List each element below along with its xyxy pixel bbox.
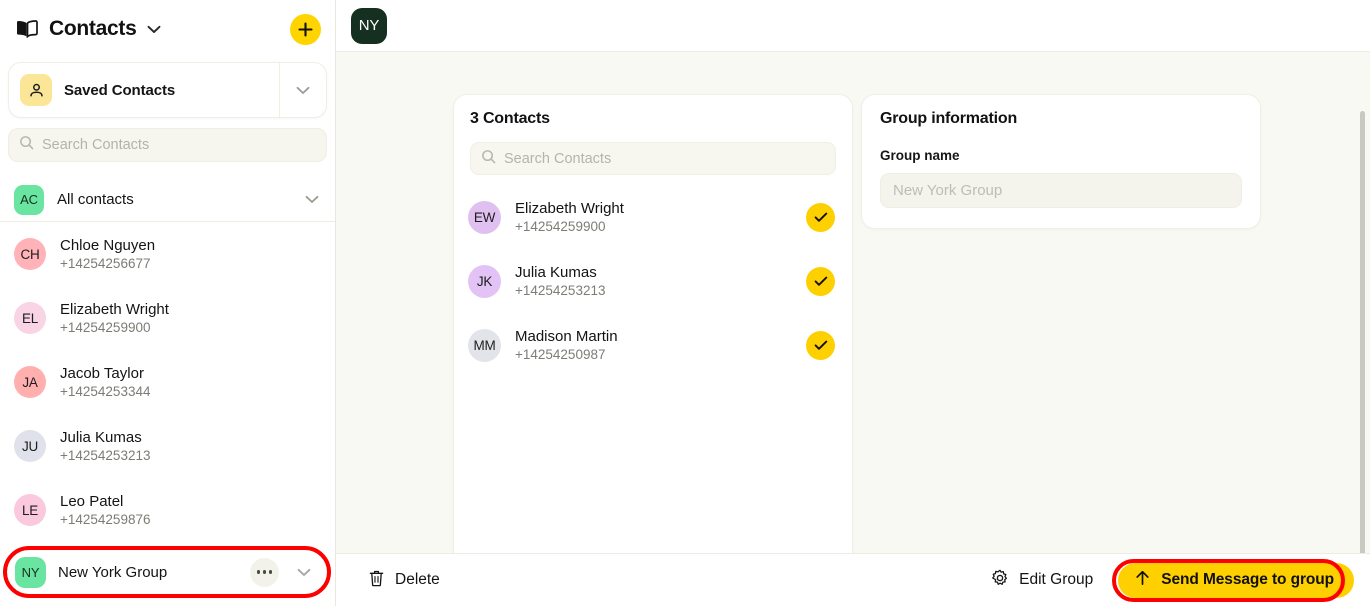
avatar: JK bbox=[468, 264, 501, 298]
delete-button[interactable]: Delete bbox=[360, 563, 448, 598]
saved-contacts-label: Saved Contacts bbox=[64, 81, 176, 99]
member-text: Julia Kumas +14254253213 bbox=[515, 264, 792, 299]
group-member-list: EW Elizabeth Wright +14254259900 JK Julia Ku… bbox=[454, 185, 852, 377]
main-area: NY 3 Contacts EWElizabeth Wright+1425425… bbox=[336, 0, 1370, 606]
sidebar: Contacts Saved Contacts Search Contacts … bbox=[0, 0, 336, 606]
delete-label: Delete bbox=[395, 571, 440, 588]
member-phone: +14254250987 bbox=[515, 346, 606, 362]
contacts-title-dropdown[interactable]: Contacts bbox=[16, 17, 280, 41]
member-phone: +14254253213 bbox=[515, 282, 606, 298]
more-dots-icon[interactable] bbox=[250, 557, 279, 587]
trash-icon bbox=[368, 569, 385, 592]
person-icon bbox=[20, 74, 52, 106]
search-input[interactable] bbox=[42, 137, 316, 153]
group-name-field-label: Group name bbox=[880, 148, 960, 163]
list-item[interactable]: LE Leo Patel +14254259876 bbox=[0, 478, 335, 542]
group-name-label: New York Group bbox=[58, 563, 168, 581]
contacts-panel-search-input[interactable] bbox=[504, 150, 825, 167]
avatar: MM bbox=[468, 328, 501, 362]
all-contacts-avatar: AC bbox=[14, 184, 44, 215]
sidebar-item-all-contacts[interactable]: AC All contacts bbox=[0, 178, 335, 221]
arrow-up-icon bbox=[1135, 570, 1150, 591]
contact-name: Jacob Taylor bbox=[60, 364, 144, 382]
group-chevron-down-icon[interactable] bbox=[291, 568, 317, 577]
contact-name: Julia Kumas bbox=[60, 428, 142, 446]
gear-icon bbox=[991, 569, 1009, 592]
member-name: Julia Kumas bbox=[515, 263, 597, 281]
member-phone: +14254259900 bbox=[515, 218, 606, 234]
avatar: JA bbox=[14, 366, 46, 398]
contact-phone: +14254259876 bbox=[60, 511, 151, 527]
main-scrollbar[interactable] bbox=[1360, 111, 1365, 603]
contact-text: Elizabeth Wright +14254259900 bbox=[60, 301, 169, 336]
search-icon bbox=[19, 135, 34, 155]
avatar: JU bbox=[14, 430, 46, 462]
search-icon bbox=[481, 149, 496, 169]
table-row[interactable]: EW Elizabeth Wright +14254259900 bbox=[454, 185, 852, 249]
contact-text: Jacob Taylor +14254253344 bbox=[60, 365, 150, 400]
member-selected-checkbox[interactable] bbox=[806, 202, 835, 232]
add-contact-button[interactable] bbox=[290, 13, 321, 45]
table-row[interactable]: JK Julia Kumas +14254253213 bbox=[454, 249, 852, 313]
saved-contacts-card[interactable]: Saved Contacts bbox=[8, 62, 327, 118]
table-row[interactable]: MM Madison Martin +14254250987 bbox=[454, 313, 852, 377]
bottom-toolbar-left: Delete bbox=[360, 563, 983, 598]
all-contacts-chevron-down-icon[interactable] bbox=[299, 195, 325, 204]
group-name-field[interactable] bbox=[880, 173, 1242, 208]
group-information-title: Group information bbox=[880, 110, 1018, 127]
member-name: Madison Martin bbox=[515, 327, 618, 345]
member-text: Madison Martin +14254250987 bbox=[515, 328, 792, 363]
sidebar-search-box[interactable] bbox=[8, 128, 327, 162]
avatar: EW bbox=[468, 200, 501, 234]
sidebar-item-new-york-group[interactable]: NY New York Group bbox=[9, 552, 325, 592]
bottom-toolbar-right: Edit Group Send Message to group bbox=[983, 558, 1354, 602]
group-avatar: NY bbox=[15, 556, 46, 588]
group-name-input[interactable] bbox=[893, 182, 1229, 199]
contact-phone: +14254253344 bbox=[60, 383, 151, 399]
contact-text: Chloe Nguyen +14254256677 bbox=[60, 237, 155, 272]
list-item[interactable]: CH Chloe Nguyen +14254256677 bbox=[0, 222, 335, 286]
send-message-to-group-button[interactable]: Send Message to group bbox=[1118, 562, 1354, 598]
send-message-wrapper: Send Message to group bbox=[1111, 558, 1354, 602]
list-item[interactable]: JU Julia Kumas +14254253213 bbox=[0, 414, 335, 478]
list-item[interactable]: JA Jacob Taylor +14254253344 bbox=[0, 350, 335, 414]
group-information-panel: Group information Group name bbox=[861, 94, 1261, 229]
saved-contacts-label-group: Saved Contacts bbox=[9, 74, 279, 106]
contacts-panel: 3 Contacts EW Elizabeth Wright+1425425990… bbox=[453, 94, 853, 553]
contact-text: Leo Patel +14254259876 bbox=[60, 493, 150, 528]
avatar: CH bbox=[14, 238, 46, 270]
avatar: LE bbox=[14, 494, 46, 526]
member-selected-checkbox[interactable] bbox=[806, 330, 835, 360]
contacts-count-title: 3 Contacts bbox=[470, 110, 550, 127]
edit-group-button[interactable]: Edit Group bbox=[983, 563, 1101, 598]
contact-name: Chloe Nguyen bbox=[60, 236, 156, 254]
contact-name: Leo Patel bbox=[60, 492, 124, 510]
bottom-toolbar: Delete Edit Group Send Message to group bbox=[336, 553, 1370, 606]
app-root: Contacts Saved Contacts Search Contacts … bbox=[0, 0, 1370, 606]
avatar: EL bbox=[14, 302, 46, 334]
member-text: Elizabeth Wright +14254259900 bbox=[515, 200, 792, 235]
send-message-label: Send Message to group bbox=[1161, 571, 1334, 588]
edit-group-label: Edit Group bbox=[1019, 571, 1094, 588]
contact-phone: +14254253213 bbox=[60, 447, 151, 463]
content-area: 3 Contacts EW Elizabeth Wright+1425425990… bbox=[336, 53, 1370, 603]
sidebar-contact-list: CH Chloe Nguyen +14254256677 EL Elizabeth Wr… bbox=[0, 222, 335, 542]
top-bar: NY bbox=[336, 0, 1370, 52]
sidebar-header: Contacts bbox=[0, 0, 335, 58]
group-badge[interactable]: NY bbox=[351, 7, 387, 44]
contact-text: Julia Kumas +14254253213 bbox=[60, 429, 150, 464]
list-item[interactable]: EL Elizabeth Wright +14254259900 bbox=[0, 286, 335, 350]
contact-name: Elizabeth Wright bbox=[60, 300, 169, 318]
page-title: Contacts bbox=[49, 17, 137, 40]
contact-phone: +14254259900 bbox=[60, 319, 151, 335]
member-selected-checkbox[interactable] bbox=[806, 266, 835, 296]
book-icon bbox=[16, 20, 38, 38]
saved-contacts-expand-button[interactable] bbox=[279, 63, 326, 117]
member-name: Elizabeth Wright bbox=[515, 199, 624, 217]
contacts-panel-search-box[interactable] bbox=[470, 142, 836, 175]
sidebar-item-new-york-group-wrapper: NY New York Group bbox=[0, 544, 335, 600]
chevron-down-icon[interactable] bbox=[147, 25, 161, 34]
contact-phone: +14254256677 bbox=[60, 255, 151, 271]
all-contacts-label: All contacts bbox=[57, 191, 134, 208]
